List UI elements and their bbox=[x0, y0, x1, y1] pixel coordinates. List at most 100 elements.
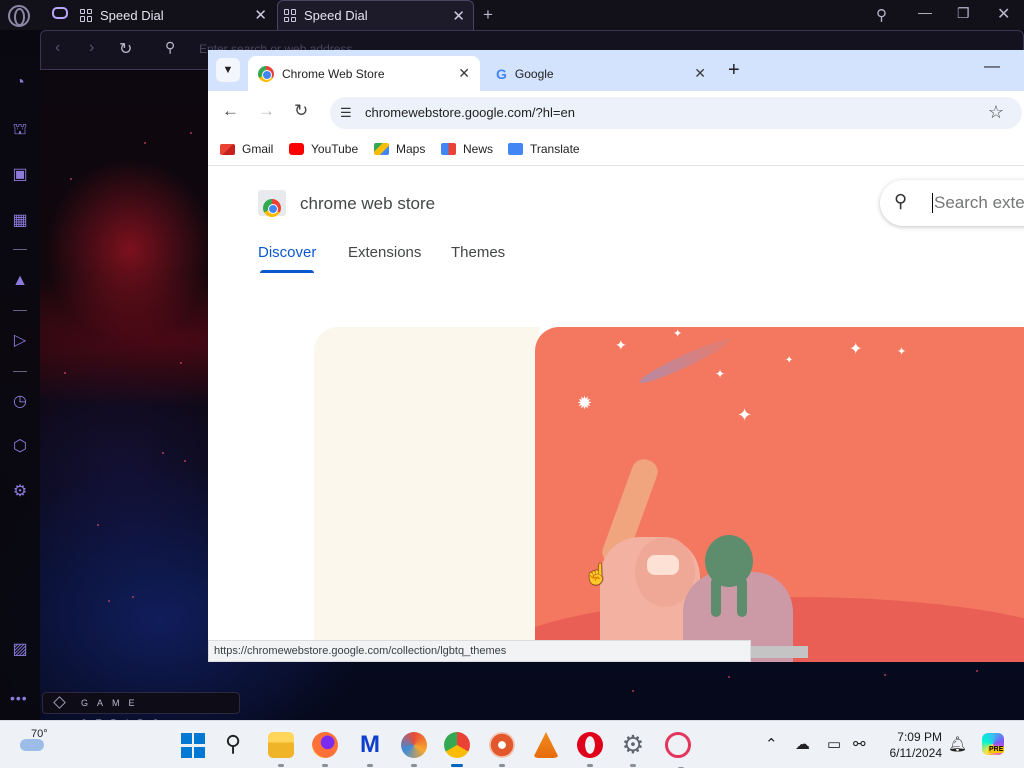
translate-icon bbox=[508, 143, 523, 155]
reload-icon[interactable]: ↻ bbox=[294, 101, 308, 121]
braid-illustration bbox=[737, 577, 747, 617]
restore-icon[interactable]: ❐ bbox=[957, 5, 970, 22]
windows-taskbar: 70° ⚲ M ⚙ ⌃ ☁ ▭ ⚯ 7:09 PM 6/11/2024 🔔︎ P… bbox=[0, 720, 1024, 768]
close-window-icon[interactable]: ✕ bbox=[997, 4, 1010, 24]
game-controller-icon[interactable]: ⛫ bbox=[10, 120, 30, 140]
hand-cursor-icon: ☝ bbox=[584, 564, 609, 586]
close-tab-icon[interactable]: ✕ bbox=[458, 65, 470, 82]
search-placeholder: Search exter bbox=[932, 193, 1024, 213]
malwarebytes-icon[interactable]: M bbox=[357, 732, 383, 767]
settings-icon[interactable]: ⚙ bbox=[620, 732, 646, 767]
star-illustration: ✦ bbox=[897, 346, 907, 358]
tab-google[interactable]: G Google ✕ bbox=[480, 56, 716, 91]
close-tab-icon[interactable]: ✕ bbox=[254, 6, 267, 24]
tab-extensions[interactable]: Extensions bbox=[348, 244, 421, 261]
vlc-icon[interactable] bbox=[533, 732, 559, 758]
chrome-web-store-favicon bbox=[258, 65, 274, 82]
url-text[interactable]: chromewebstore.google.com/?hl=en bbox=[365, 105, 575, 120]
start-icon[interactable] bbox=[181, 733, 207, 759]
bookmark-label: YouTube bbox=[311, 142, 359, 156]
opera-icon[interactable] bbox=[577, 732, 603, 767]
minimize-icon[interactable]: — bbox=[918, 4, 932, 20]
back-icon[interactable]: ← bbox=[222, 101, 239, 121]
gamepad-icon[interactable] bbox=[52, 7, 68, 19]
twitch-icon[interactable]: ▣ bbox=[10, 165, 30, 185]
status-bubble-url: https://chromewebstore.google.com/collec… bbox=[208, 640, 751, 662]
chrome-window: ▼ Chrome Web Store ✕ G Google ✕ + — ← → … bbox=[208, 50, 1024, 662]
chrome-tab-strip: ▼ Chrome Web Store ✕ G Google ✕ + — bbox=[208, 50, 1024, 91]
search-icon[interactable]: ⚲ bbox=[225, 732, 251, 758]
bookmark-label: News bbox=[463, 142, 494, 156]
star-illustration: ✦ bbox=[737, 405, 753, 425]
copilot-icon[interactable]: PRE bbox=[982, 733, 1005, 755]
close-tab-icon[interactable]: ✕ bbox=[452, 7, 465, 25]
bookmark-gmail[interactable]: Gmail bbox=[220, 142, 273, 156]
display-icon[interactable]: ▭ bbox=[827, 735, 841, 753]
search-tabs-icon[interactable]: ⚲ bbox=[876, 6, 887, 24]
bookmark-youtube[interactable]: YouTube bbox=[289, 142, 358, 156]
new-tab-icon[interactable]: + bbox=[483, 5, 493, 25]
horizontal-scrollbar[interactable] bbox=[751, 646, 808, 658]
bookmark-star-icon[interactable]: ☆ bbox=[988, 102, 1004, 123]
bookmark-news[interactable]: News bbox=[441, 142, 493, 156]
speedometer-icon[interactable]: ◔ bbox=[10, 73, 30, 93]
time-label: 7:09 PM bbox=[897, 730, 942, 744]
carousel-previous-card[interactable] bbox=[314, 327, 539, 662]
show-hidden-icons-chevron-icon[interactable]: ⌃ bbox=[765, 735, 778, 753]
search-icon: ⚲ bbox=[165, 39, 176, 55]
store-search-input[interactable]: ⚲ Search exter bbox=[880, 180, 1024, 226]
onedrive-icon[interactable]: ☁ bbox=[795, 735, 810, 753]
tab-discover[interactable]: Discover bbox=[258, 244, 316, 273]
forward-icon[interactable]: › bbox=[89, 39, 94, 57]
bookmark-translate[interactable]: Translate bbox=[508, 142, 580, 156]
player-icon[interactable]: ▷ bbox=[10, 331, 30, 351]
chrome-icon[interactable] bbox=[444, 732, 470, 767]
new-tab-icon[interactable]: + bbox=[728, 59, 740, 82]
cube-icon[interactable]: ⬡ bbox=[10, 437, 30, 457]
gallery-icon[interactable]: ▨ bbox=[10, 640, 30, 660]
opera-tab-speed-dial-1[interactable]: Speed Dial ✕ bbox=[80, 0, 275, 30]
disc-app-icon[interactable] bbox=[489, 732, 515, 767]
tab-themes[interactable]: Themes bbox=[451, 244, 505, 261]
opera-menu-icon[interactable] bbox=[8, 5, 30, 27]
more-dots-icon[interactable]: ••• bbox=[10, 690, 28, 706]
arc-icon[interactable]: ▲ bbox=[10, 271, 30, 291]
site-info-icon[interactable]: ☰ bbox=[340, 105, 352, 121]
tab-search-dropdown-icon[interactable]: ▼ bbox=[216, 58, 240, 82]
weather-widget[interactable]: 70° bbox=[18, 728, 48, 753]
reload-icon[interactable]: ↻ bbox=[119, 39, 132, 59]
desktop: Speed Dial ✕ Speed Dial ✕ + ⚲ — ❐ ✕ ‹ › … bbox=[0, 0, 1024, 768]
settings-gear-icon[interactable]: ⚙ bbox=[10, 482, 30, 502]
minimize-icon[interactable]: — bbox=[984, 58, 1000, 76]
firefox-icon[interactable] bbox=[312, 732, 338, 767]
search-icon: ⚲ bbox=[894, 191, 908, 211]
bookmark-maps[interactable]: Maps bbox=[374, 142, 425, 156]
carousel-featured-banner[interactable]: ✦ ✦ ✦ ✦ ✦ ✦ ✹ ✦ bbox=[535, 327, 1024, 662]
cpu-icon[interactable]: ▦ bbox=[10, 211, 30, 231]
ccleaner-icon[interactable] bbox=[401, 732, 427, 767]
star-illustration: ✦ bbox=[673, 328, 683, 340]
file-explorer-icon[interactable] bbox=[268, 732, 294, 767]
cloud-icon bbox=[20, 739, 44, 751]
chrome-web-store-logo-icon[interactable] bbox=[258, 190, 286, 217]
game-strips-bar[interactable]: GAME STRIPS bbox=[42, 692, 240, 728]
speed-dial-icon bbox=[80, 8, 93, 22]
forward-icon[interactable]: → bbox=[258, 101, 275, 121]
hair-bow-illustration bbox=[647, 555, 679, 575]
opera-tab-speed-dial-2[interactable]: Speed Dial ✕ bbox=[277, 0, 474, 30]
tab-chrome-web-store[interactable]: Chrome Web Store ✕ bbox=[248, 56, 480, 91]
network-icon[interactable]: ⚯ bbox=[853, 735, 866, 753]
history-icon[interactable]: ◷ bbox=[10, 392, 30, 412]
star-illustration: ✦ bbox=[785, 355, 794, 366]
close-tab-icon[interactable]: ✕ bbox=[694, 65, 706, 82]
bookmarks-bar: Gmail YouTube Maps News Translate bbox=[208, 133, 1024, 166]
clock[interactable]: 7:09 PM 6/11/2024 bbox=[880, 729, 943, 761]
store-title[interactable]: chrome web store bbox=[300, 194, 435, 214]
star-illustration: ✦ bbox=[849, 341, 863, 358]
opera-gx-icon[interactable] bbox=[665, 732, 691, 768]
omnibox[interactable]: ☰ chromewebstore.google.com/?hl=en ☆ bbox=[330, 97, 1022, 129]
notifications-bell-icon[interactable]: 🔔︎ bbox=[948, 735, 967, 753]
back-icon[interactable]: ‹ bbox=[55, 39, 60, 57]
game-strips-icon bbox=[53, 696, 66, 709]
news-icon bbox=[441, 143, 456, 155]
